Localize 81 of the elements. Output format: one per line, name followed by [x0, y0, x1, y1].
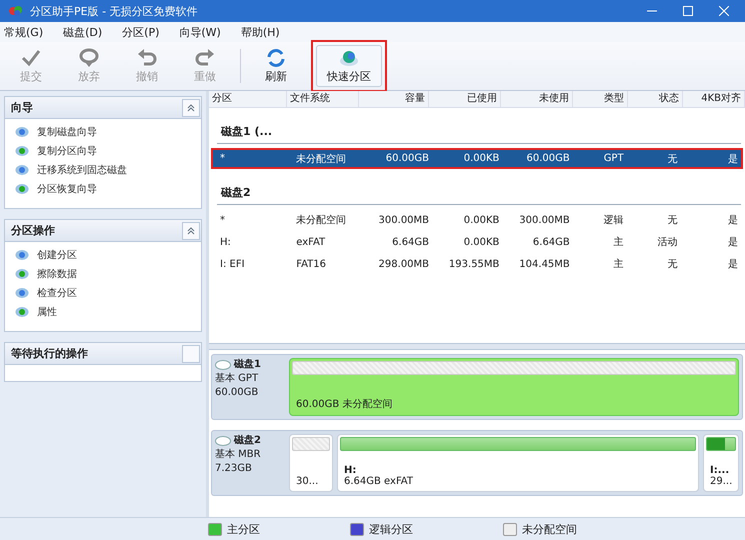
- disk-icon: [338, 48, 360, 68]
- sidebar-item[interactable]: 迁移系统到固态磁盘: [15, 163, 191, 177]
- app-logo-icon: [8, 5, 24, 17]
- collapse-button[interactable]: [182, 98, 200, 116]
- menu-item[interactable]: 常规(G): [4, 24, 44, 40]
- column-header[interactable]: 4KB对齐: [683, 91, 745, 107]
- disk-icon: [15, 183, 29, 195]
- column-header[interactable]: 已使用: [429, 91, 501, 107]
- panel-title: 分区操作: [10, 223, 56, 238]
- usage-bar: [292, 437, 330, 451]
- disk-icon: [215, 436, 231, 446]
- disk-heading: 磁盘2: [221, 185, 252, 200]
- collapse-button[interactable]: [182, 222, 200, 240]
- column-header[interactable]: 类型: [573, 91, 628, 107]
- table-row[interactable]: * 未分配空间 60.00GB 0.00KB 60.00GB GPT 无 是: [213, 150, 741, 167]
- disk-name: 磁盘1: [234, 358, 261, 372]
- partition-detail: 6.64GB exFAT: [344, 476, 414, 487]
- sidebar-item[interactable]: 分区恢复向导: [15, 182, 191, 196]
- partition-detail: 29...: [710, 476, 732, 487]
- column-header[interactable]: 容量: [359, 91, 429, 107]
- partition-detail: 60.00GB 未分配空间: [296, 398, 394, 411]
- sidebar-item[interactable]: 属性: [15, 305, 191, 319]
- chevron-up-icon: [187, 226, 195, 234]
- disk-card[interactable]: 磁盘2 基本 MBR 7.23GB 30... H: 6.64GB exFAT I:... 29...: [211, 430, 743, 496]
- disk-heading: 磁盘1 (...: [221, 124, 274, 139]
- disk-name: 磁盘2: [234, 434, 261, 448]
- legend-swatch: [350, 522, 364, 536]
- disk-icon: [15, 126, 29, 138]
- disk-icon: [215, 360, 231, 370]
- partition-detail: 30...: [296, 476, 320, 487]
- legend-label: 主分区: [227, 522, 260, 536]
- menu-item[interactable]: 向导(W): [179, 24, 221, 40]
- menu-item[interactable]: 磁盘(D): [63, 24, 102, 40]
- disk-icon: [15, 268, 29, 280]
- partition-block[interactable]: 30...: [289, 434, 333, 492]
- panel-title: 向导: [10, 100, 34, 115]
- discard-icon: [78, 48, 100, 68]
- sidebar-item[interactable]: 复制磁盘向导: [15, 125, 191, 139]
- partition-name: I:...: [710, 465, 730, 476]
- column-header[interactable]: 分区: [209, 91, 287, 107]
- legend-label: 未分配空间: [522, 522, 577, 536]
- menu-item[interactable]: 分区(P): [122, 24, 160, 40]
- table-row[interactable]: H: exFAT 6.64GB 0.00KB 6.64GB 主 活动 是: [213, 233, 741, 251]
- column-header[interactable]: 状态: [628, 91, 683, 107]
- redo-icon: [194, 48, 216, 68]
- column-header[interactable]: 文件系统: [287, 91, 359, 107]
- panel-title: 等待执行的操作: [10, 346, 89, 361]
- disk-scheme: 基本 MBR: [215, 448, 262, 462]
- disk-card[interactable]: 磁盘1 基本 GPT 60.00GB 60.00GB 未分配空间: [211, 354, 743, 420]
- legend-swatch: [208, 522, 222, 536]
- legend-swatch: [503, 522, 517, 536]
- table-row[interactable]: I: EFI FAT16 298.00MB 193.55MB 104.45MB 主 无 是: [213, 255, 741, 273]
- refresh-icon: [265, 48, 287, 68]
- menu-item[interactable]: 帮助(H): [240, 24, 280, 40]
- disk-icon: [15, 164, 29, 176]
- partition-block[interactable]: 60.00GB 未分配空间: [289, 358, 739, 416]
- sidebar-item[interactable]: 检查分区: [15, 286, 191, 300]
- close-icon[interactable]: [719, 6, 729, 16]
- table-row[interactable]: * 未分配空间 300.00MB 0.00KB 300.00MB 逻辑 无 是: [213, 211, 741, 229]
- disk-icon: [15, 145, 29, 157]
- window-title: 分区助手PE版 - 无损分区免费软件: [30, 4, 198, 18]
- checkmark-icon: [20, 48, 42, 68]
- disk-icon: [15, 249, 29, 261]
- disk-icon: [15, 306, 29, 318]
- undo-icon: [136, 48, 158, 68]
- toolbar-button[interactable]: 快速分区: [316, 45, 382, 87]
- toolbar-button[interactable]: 刷新: [258, 45, 294, 87]
- partition-block[interactable]: H: 6.64GB exFAT: [337, 434, 699, 492]
- disk-scheme: 基本 GPT: [215, 372, 260, 386]
- partition-block[interactable]: I:... 29...: [703, 434, 739, 492]
- disk-size: 60.00GB: [215, 386, 260, 400]
- sidebar-item[interactable]: 复制分区向导: [15, 144, 191, 158]
- column-header[interactable]: 未使用: [501, 91, 573, 107]
- disk-icon: [15, 287, 29, 299]
- sidebar-item[interactable]: 擦除数据: [15, 267, 191, 281]
- legend-label: 逻辑分区: [369, 522, 413, 536]
- partition-name: H:: [344, 465, 358, 476]
- maximize-icon[interactable]: [683, 6, 693, 16]
- sidebar-item[interactable]: 创建分区: [15, 248, 191, 262]
- disk-size: 7.23GB: [215, 462, 253, 476]
- chevron-up-icon: [187, 104, 195, 112]
